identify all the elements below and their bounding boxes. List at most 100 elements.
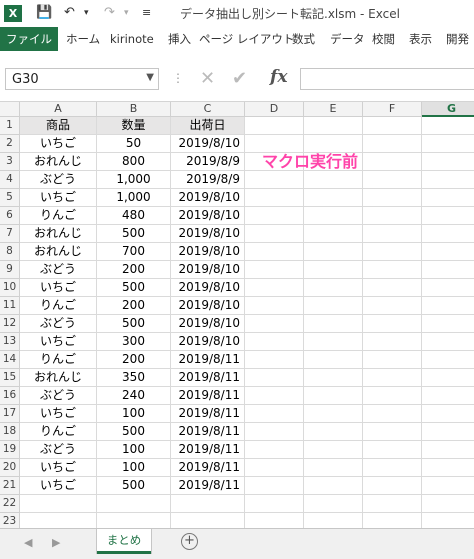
cell-d18[interactable]: [245, 423, 304, 441]
row-header-13[interactable]: 13: [0, 333, 20, 351]
cell-e4[interactable]: [304, 171, 363, 189]
cell-b12[interactable]: 500: [97, 315, 171, 333]
cell-c19[interactable]: 2019/8/11: [171, 441, 245, 459]
save-icon[interactable]: 💾: [36, 4, 52, 22]
cell-e22[interactable]: [304, 495, 363, 513]
cell-b15[interactable]: 350: [97, 369, 171, 387]
cell-g18[interactable]: [422, 423, 474, 441]
cell-f6[interactable]: [363, 207, 422, 225]
excel-app-icon[interactable]: X: [4, 5, 22, 22]
cell-a9[interactable]: ぶどう: [20, 261, 97, 279]
cell-g8[interactable]: [422, 243, 474, 261]
cell-a2[interactable]: いちご: [20, 135, 97, 153]
cell-b11[interactable]: 200: [97, 297, 171, 315]
cell-e14[interactable]: [304, 351, 363, 369]
cell-f4[interactable]: [363, 171, 422, 189]
cell-b1[interactable]: 数量: [97, 117, 171, 135]
cell-g22[interactable]: [422, 495, 474, 513]
cell-b17[interactable]: 100: [97, 405, 171, 423]
cell-b19[interactable]: 100: [97, 441, 171, 459]
row-header-2[interactable]: 2: [0, 135, 20, 153]
cell-f19[interactable]: [363, 441, 422, 459]
column-header-c[interactable]: C: [171, 102, 245, 117]
cell-f18[interactable]: [363, 423, 422, 441]
cell-f21[interactable]: [363, 477, 422, 495]
cell-c14[interactable]: 2019/8/11: [171, 351, 245, 369]
cell-g16[interactable]: [422, 387, 474, 405]
cell-d6[interactable]: [245, 207, 304, 225]
cell-b9[interactable]: 200: [97, 261, 171, 279]
undo-dropdown-icon[interactable]: ▾: [84, 4, 89, 22]
cell-e12[interactable]: [304, 315, 363, 333]
cell-b4[interactable]: 1,000: [97, 171, 171, 189]
cell-f15[interactable]: [363, 369, 422, 387]
cell-c1[interactable]: 出荷日: [171, 117, 245, 135]
column-header-f[interactable]: F: [363, 102, 422, 117]
cell-g1[interactable]: [422, 117, 474, 135]
row-header-21[interactable]: 21: [0, 477, 20, 495]
cell-g17[interactable]: [422, 405, 474, 423]
cell-e8[interactable]: [304, 243, 363, 261]
cell-a20[interactable]: いちご: [20, 459, 97, 477]
formula-input[interactable]: [300, 68, 474, 90]
cell-d16[interactable]: [245, 387, 304, 405]
cell-a10[interactable]: いちご: [20, 279, 97, 297]
cell-c6[interactable]: 2019/8/10: [171, 207, 245, 225]
cell-d22[interactable]: [245, 495, 304, 513]
cell-a16[interactable]: ぶどう: [20, 387, 97, 405]
select-all-corner[interactable]: [0, 102, 20, 117]
row-header-14[interactable]: 14: [0, 351, 20, 369]
cell-a21[interactable]: いちご: [20, 477, 97, 495]
cell-a6[interactable]: りんご: [20, 207, 97, 225]
cell-f20[interactable]: [363, 459, 422, 477]
cell-g9[interactable]: [422, 261, 474, 279]
cell-a5[interactable]: いちご: [20, 189, 97, 207]
cell-a12[interactable]: ぶどう: [20, 315, 97, 333]
cell-f1[interactable]: [363, 117, 422, 135]
cell-a1[interactable]: 商品: [20, 117, 97, 135]
cell-a3[interactable]: おれんじ: [20, 153, 97, 171]
cell-c12[interactable]: 2019/8/10: [171, 315, 245, 333]
cell-b7[interactable]: 500: [97, 225, 171, 243]
cell-c9[interactable]: 2019/8/10: [171, 261, 245, 279]
cell-g20[interactable]: [422, 459, 474, 477]
cell-c21[interactable]: 2019/8/11: [171, 477, 245, 495]
tab-view[interactable]: 表示: [409, 27, 432, 51]
insert-function-icon[interactable]: fx: [270, 67, 287, 87]
cell-b2[interactable]: 50: [97, 135, 171, 153]
cell-f5[interactable]: [363, 189, 422, 207]
cell-e9[interactable]: [304, 261, 363, 279]
cell-g7[interactable]: [422, 225, 474, 243]
tab-file[interactable]: ファイル: [0, 27, 58, 51]
tab-page-layout[interactable]: ページ レイアウト: [199, 27, 294, 51]
cell-f13[interactable]: [363, 333, 422, 351]
cell-e13[interactable]: [304, 333, 363, 351]
cell-a4[interactable]: ぶどう: [20, 171, 97, 189]
tab-developer[interactable]: 開発: [446, 27, 469, 51]
name-box[interactable]: G30 ▼: [5, 68, 159, 90]
tab-data[interactable]: データ: [330, 27, 365, 51]
cell-b20[interactable]: 100: [97, 459, 171, 477]
cell-e17[interactable]: [304, 405, 363, 423]
cell-f7[interactable]: [363, 225, 422, 243]
cell-d13[interactable]: [245, 333, 304, 351]
tab-review[interactable]: 校閲: [372, 27, 395, 51]
cell-c16[interactable]: 2019/8/11: [171, 387, 245, 405]
cell-a14[interactable]: りんご: [20, 351, 97, 369]
cell-d21[interactable]: [245, 477, 304, 495]
cell-b22[interactable]: [97, 495, 171, 513]
cell-f12[interactable]: [363, 315, 422, 333]
cell-e21[interactable]: [304, 477, 363, 495]
column-header-e[interactable]: E: [304, 102, 363, 117]
cell-f2[interactable]: [363, 135, 422, 153]
cell-c2[interactable]: 2019/8/10: [171, 135, 245, 153]
cell-d12[interactable]: [245, 315, 304, 333]
cell-a11[interactable]: りんご: [20, 297, 97, 315]
cell-e11[interactable]: [304, 297, 363, 315]
enter-icon[interactable]: ✔: [232, 68, 247, 89]
sheet-tab-matome[interactable]: まとめ: [97, 529, 151, 554]
cell-e10[interactable]: [304, 279, 363, 297]
row-header-19[interactable]: 19: [0, 441, 20, 459]
cell-g11[interactable]: [422, 297, 474, 315]
cell-f11[interactable]: [363, 297, 422, 315]
